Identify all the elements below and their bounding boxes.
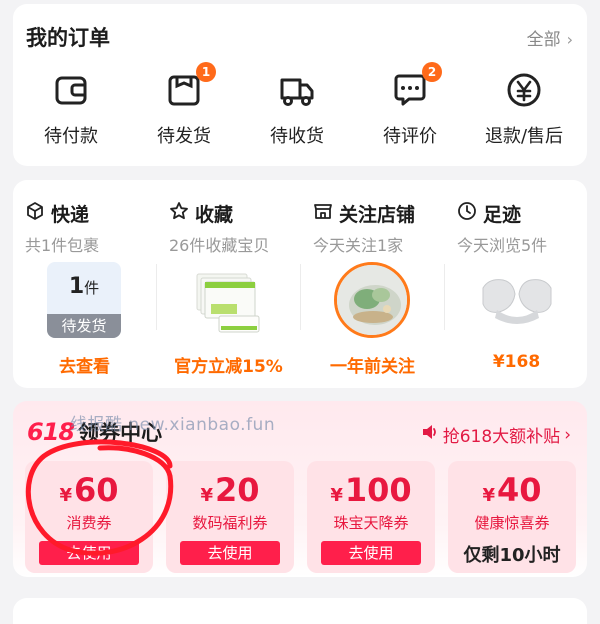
followed-stores-column[interactable]: 关注店铺 今天关注1家 一年前关注 [301,180,444,388]
coupon-card[interactable]: ¥20 数码福利券 去使用 [166,461,294,573]
box-icon: 1 [164,62,216,110]
coupon-amount: ¥20 [200,471,260,509]
hand-drawn-circle-annotation [26,439,174,556]
order-pending-review-label: 待评价 [383,126,437,147]
coupon-amount: ¥40 [482,471,542,509]
use-coupon-button[interactable]: 去使用 [180,541,280,565]
coupon-name: 珠宝天降券 [333,514,409,532]
use-coupon-button[interactable]: 去使用 [321,541,421,565]
history-column[interactable]: 足迹 今天浏览5件 ¥168 [445,180,588,388]
order-pending-payment[interactable]: 待付款 [16,70,126,148]
truck-icon [277,70,317,110]
review-badge: 2 [422,62,442,82]
shipment-badge: 1 [196,62,216,82]
store-icon [313,201,333,226]
package-count: 1件 [68,274,100,299]
favorites-heading: 收藏 [169,200,233,227]
wallet-icon [51,70,91,110]
order-pending-review[interactable]: 2 待评价 [355,62,465,148]
watermark: 线报酷 new.xianbao.fun [70,415,276,435]
orders-card: 我的订单 全部 › 待付款 1 待发货 待收货 2 待评价 退款/售后 [13,4,587,166]
cube-icon [25,201,45,226]
coupon-card[interactable]: ¥40 健康惊喜券 仅剩10小时 [448,461,576,573]
order-refund-label: 退款/售后 [484,126,564,147]
star-icon [169,201,189,226]
coupon-amount: ¥100 [330,471,412,509]
express-heading: 快递 [25,200,89,227]
package-status: 待发货 [47,314,121,338]
followed-stores-heading: 关注店铺 [313,200,415,227]
history-subtitle: 今天浏览5件 [457,236,548,255]
grab-subsidy-label: 抢618大额补贴 [442,427,561,447]
coupon-name: 数码福利券 [192,514,268,532]
speaker-icon [421,423,439,446]
order-refund[interactable]: 退款/售后 [469,70,579,148]
express-footer: 去查看 [59,357,110,377]
coupon-time-remaining: 仅剩10小时 [463,545,561,566]
followed-stores-subtitle: 今天关注1家 [313,236,404,255]
orders-title: 我的订单 [26,26,110,50]
coupon-card[interactable]: ¥100 珠宝天降券 去使用 [307,461,435,573]
order-pending-receipt-label: 待收货 [270,126,324,147]
favorites-title: 收藏 [195,204,234,226]
followed-stores-footer: 一年前关注 [330,357,415,377]
tracking-card: 快递 共1件包裹 1件 待发货 去查看 收藏 26件收藏宝贝 官方立减15% 关… [13,180,587,388]
chevron-right-icon: › [566,30,573,49]
favorites-column[interactable]: 收藏 26件收藏宝贝 官方立减15% [157,180,300,388]
grab-subsidy-link[interactable]: 抢618大额补贴 › [421,422,571,447]
express-column[interactable]: 快递 共1件包裹 1件 待发货 去查看 [13,180,156,388]
order-pending-payment-label: 待付款 [44,126,98,147]
history-footer: ¥168 [492,352,541,372]
favorite-product-image [196,273,260,333]
orders-all-link[interactable]: 全部 › [527,25,573,50]
history-title: 足迹 [483,204,522,226]
order-pending-receipt[interactable]: 待收货 [242,70,352,148]
coupon-name: 健康惊喜券 [474,514,550,532]
history-product-image [482,279,552,324]
history-heading: 足迹 [457,200,521,227]
yen-circle-icon [504,70,544,110]
store-avatar [334,262,410,338]
orders-all-label: 全部 [526,30,561,50]
next-card [13,598,587,624]
favorites-footer: 官方立减15% [174,357,283,377]
order-pending-shipment-label: 待发货 [157,126,211,147]
chevron-right-icon: › [564,424,571,445]
favorites-subtitle: 26件收藏宝贝 [169,236,270,255]
express-title: 快递 [51,204,90,226]
comment-icon: 2 [390,62,442,110]
express-subtitle: 共1件包裹 [25,236,100,255]
package-thumbnail: 1件 待发货 [47,262,121,338]
clock-icon [457,201,477,226]
followed-stores-title: 关注店铺 [339,204,416,226]
order-pending-shipment[interactable]: 1 待发货 [129,62,239,148]
